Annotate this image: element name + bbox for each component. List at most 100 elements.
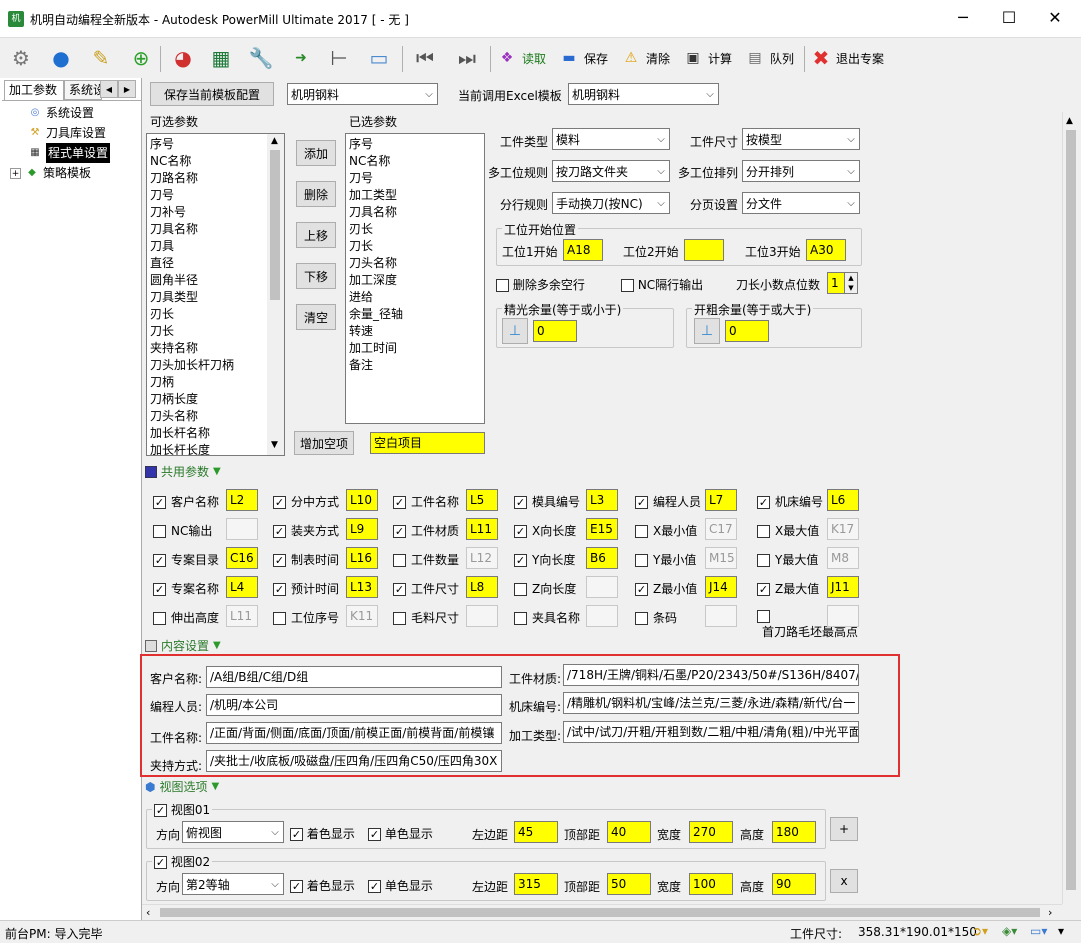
checkbox-unchecked[interactable] [273,612,286,625]
common-param-cell[interactable]: J14 [705,576,737,598]
checkmark-icon[interactable]: ✓ [757,496,770,509]
scroll-thumb[interactable] [1066,130,1076,890]
common-param-cell[interactable]: L7 [705,489,737,511]
common-param-cell[interactable]: L11 [466,518,498,540]
customer-name-input[interactable]: /A组/B组/C组/D组 [206,666,502,688]
scroll-right-icon[interactable]: › [1048,906,1052,919]
common-param-cell[interactable]: L16 [346,547,378,569]
list-item[interactable]: 刀头加长杆刀柄 [147,357,284,374]
collapse-triangle-icon[interactable]: ▼ [212,781,220,792]
last-page-icon[interactable]: ⏭ [450,41,484,75]
selected-params-list[interactable]: 序号 NC名称 刀号 加工类型 刀具名称 刃长 刀长 刀头名称 加工深度 进给 余量_径轴 转速 加工时… [345,133,485,424]
delete-blank-rows-checkbox[interactable]: 删除多余空行 [496,276,585,293]
checkbox-unchecked[interactable] [757,554,770,567]
list-item[interactable]: 刀头名称 [147,408,284,425]
common-param-cell[interactable]: M15 [705,547,737,569]
checkbox-unchecked[interactable] [514,583,527,596]
checkmark-icon[interactable]: ✓ [635,583,648,596]
checkbox-unchecked[interactable] [514,612,527,625]
programmer-input[interactable]: /机明/本公司 [206,694,502,716]
list-item[interactable]: 加工类型 [346,187,484,204]
scroll-down-icon[interactable]: ▼ [271,440,278,450]
view-remove-button[interactable]: x [830,869,858,893]
common-param-checkbox[interactable]: ✓ 专案名称 [153,580,219,597]
checkmark-icon[interactable]: ✓ [368,828,381,841]
common-param-cell[interactable]: M8 [827,547,859,569]
list-item[interactable]: NC名称 [346,153,484,170]
save-button[interactable]: ▬ 保存 [558,44,608,72]
common-param-cell[interactable] [827,605,859,627]
checkbox-unchecked[interactable] [757,610,770,623]
view-top-input[interactable]: 50 [607,873,651,895]
list-item[interactable]: 刃长 [346,221,484,238]
wrench-icon[interactable]: 🔧 [244,41,278,75]
checkmark-icon[interactable]: ✓ [153,496,166,509]
common-param-checkbox[interactable]: 毛料尺寸 [393,609,459,626]
list-item[interactable]: 刀具类型 [147,289,284,306]
first-page-icon[interactable]: ⏮ [408,41,442,75]
common-param-cell[interactable]: C17 [705,518,737,540]
view-enable-checkbox[interactable]: ✓ 视图01 [152,801,213,818]
multi-rule-select[interactable]: 按刀路文件夹 ⌵ [552,160,670,182]
view-w-input[interactable]: 100 [689,873,733,895]
shaded-display-checkbox[interactable]: ✓ 着色显示 [290,825,355,842]
available-params-list[interactable]: 序号 NC名称 刀路名称 刀号 刀补号 刀具名称 刀具 直径 圆角半径 刀具类型 刃长 刀长 夹持名称刀… [146,133,285,456]
status-arrow-icon[interactable]: ➲▾ [972,924,988,938]
tool-holder-icon[interactable]: ✎ [84,41,118,75]
common-param-checkbox[interactable]: 伸出高度 [153,609,219,626]
work-size-select[interactable]: 按模型 ⌵ [742,128,860,150]
common-param-cell[interactable]: C16 [226,547,258,569]
common-param-cell[interactable]: K11 [346,605,378,627]
common-param-checkbox[interactable]: ✓ Z最小值 [635,580,697,597]
rough-allowance-input[interactable]: 0 [725,320,769,342]
shaded-display-checkbox[interactable]: ✓ 着色显示 [290,877,355,894]
common-param-checkbox[interactable]: ✓ 制表时间 [273,551,339,568]
list-item[interactable]: 序号 [147,136,284,153]
view-left-input[interactable]: 45 [514,821,558,843]
list-item[interactable]: 刀具名称 [147,221,284,238]
checkmark-icon[interactable]: ✓ [290,828,303,841]
checkmark-icon[interactable]: ✓ [393,525,406,538]
maximize-button[interactable]: ☐ [986,4,1032,32]
add-button[interactable]: 添加 [296,140,336,166]
common-param-checkbox[interactable]: Y最小值 [635,551,696,568]
checkmark-icon[interactable]: ✓ [153,554,166,567]
common-param-checkbox[interactable]: ✓ 预计时间 [273,580,339,597]
clear-button[interactable]: ⚠ 清除 [620,44,670,72]
read-button[interactable]: ❖ 读取 [496,44,546,72]
process-type-input[interactable]: /试中/试刀/开粗/开粗到数/二粗/中粗/清角(粗)/中光平面 [563,721,859,743]
pm-logo-icon[interactable]: ◕ [166,41,200,75]
split-rule-select[interactable]: 手动换刀(按NC) ⌵ [552,192,670,214]
work-type-select[interactable]: 模料 ⌵ [552,128,670,150]
checkbox-unchecked[interactable] [153,612,166,625]
station3-input[interactable]: A30 [806,239,846,261]
common-param-checkbox[interactable]: 工件数量 [393,551,459,568]
list-item[interactable]: 刀号 [147,187,284,204]
clamp-method-input[interactable]: /夹批士/收底板/吸磁盘/压四角/压四角C50/压四角30X [206,750,502,772]
scroll-up-icon[interactable]: ▲ [271,136,278,146]
common-param-checkbox[interactable]: ✓ 客户名称 [153,493,219,510]
vertical-scrollbar[interactable]: ▲ [1062,112,1079,904]
common-param-checkbox[interactable]: ✓ 装夹方式 [273,522,339,539]
part-name-input[interactable]: /正面/背面/侧面/底面/顶面/前模正面/前模背面/前模镶 [206,722,502,744]
checkbox-unchecked[interactable] [621,279,634,292]
folder-icon[interactable]: ▭ [362,41,396,75]
list-item[interactable]: 直径 [147,255,284,272]
common-param-cell[interactable]: L13 [346,576,378,598]
mono-display-checkbox[interactable]: ✓ 单色显示 [368,877,433,894]
finish-allowance-input[interactable]: 0 [533,320,577,342]
station2-input[interactable] [684,239,724,261]
status-tool-icon[interactable]: ◈▾ [1002,924,1017,938]
close-button[interactable]: ✕ [1032,4,1078,32]
tree-item-system-settings[interactable]: ◎ 系统设置 [28,103,94,123]
direction-select[interactable]: 俯视图 ⌵ [182,821,284,843]
common-param-cell[interactable] [226,518,258,540]
view-h-input[interactable]: 90 [772,873,816,895]
finish-pick-icon[interactable]: ⊥ [502,318,528,344]
common-param-checkbox[interactable]: 工位序号 [273,609,339,626]
checkbox-unchecked[interactable] [757,525,770,538]
common-param-cell[interactable]: L6 [827,489,859,511]
list-item[interactable]: NC名称 [147,153,284,170]
station1-input[interactable]: A18 [563,239,603,261]
decimals-spinner[interactable]: ▲ ▼ [844,272,858,294]
